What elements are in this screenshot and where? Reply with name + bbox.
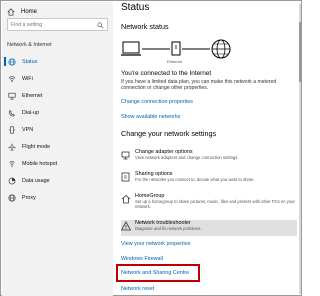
- sidebar-item-wifi[interactable]: WiFi: [2, 72, 113, 85]
- sidebar-item-label: VPN: [22, 126, 34, 133]
- windows-firewall-link[interactable]: Windows Firewall: [121, 256, 163, 262]
- sidebar-item-label: Data usage: [22, 177, 50, 184]
- sidebar-item-mobile-hotspot[interactable]: Mobile hotspot: [2, 157, 113, 170]
- home-icon: [7, 8, 15, 16]
- network-reset-link[interactable]: Network reset: [121, 286, 154, 292]
- sidebar-item-label: Dial-up: [22, 109, 40, 116]
- change-adapter-options[interactable]: Change adapter options View network adap…: [121, 149, 297, 169]
- connected-description: If you have a limited data plan, you can…: [121, 79, 277, 92]
- hotspot-icon: [9, 160, 15, 167]
- sharing-icon: [121, 172, 130, 182]
- ethernet-label: Ethernet: [167, 59, 183, 64]
- option-description: Set up a homegroup to share pictures, mu…: [135, 199, 295, 209]
- vpn-icon: [8, 125, 16, 134]
- sidebar-item-vpn[interactable]: VPN: [2, 123, 113, 136]
- sidebar-item-ethernet[interactable]: Ethernet: [2, 89, 113, 102]
- internet-globe-icon: [211, 39, 231, 59]
- change-settings-heading: Change your network settings: [121, 129, 217, 138]
- sidebar-item-dialup[interactable]: Dial-up: [2, 106, 113, 119]
- sidebar-item-label: WiFi: [22, 75, 33, 82]
- network-diagram: [121, 39, 231, 59]
- search-input[interactable]: Find a setting: [7, 18, 108, 31]
- wifi-icon: [8, 75, 16, 82]
- settings-window: Home Find a setting Network & Internet S…: [0, 0, 302, 296]
- data-usage-icon: [8, 177, 16, 184]
- homegroup-option[interactable]: HomeGroup Set up a homegroup to share pi…: [121, 193, 297, 217]
- view-network-properties-link[interactable]: View your network properties: [121, 241, 190, 247]
- sidebar-item-proxy[interactable]: Proxy: [2, 191, 113, 204]
- sidebar-item-label: Flight mode: [22, 143, 51, 150]
- sidebar-item-data-usage[interactable]: Data usage: [2, 174, 113, 187]
- sidebar-item-label: Status: [22, 58, 38, 65]
- option-description: Diagnose and fix network problems.: [135, 226, 202, 231]
- show-available-networks-link[interactable]: Show available networks: [121, 114, 180, 120]
- sidebar-item-label: Proxy: [22, 194, 36, 201]
- computer-icon: [121, 41, 141, 56]
- search-placeholder: Find a setting: [11, 22, 43, 28]
- option-description: View network adapters and change connect…: [135, 155, 239, 160]
- sidebar-item-status[interactable]: Status: [2, 55, 113, 68]
- option-description: For the networks you connect to, decide …: [135, 177, 255, 182]
- sidebar-section-title: Network & Internet: [7, 42, 52, 48]
- globe-icon: [8, 193, 16, 202]
- scrollbar-thumb[interactable]: [299, 22, 301, 82]
- homegroup-icon: [121, 194, 131, 204]
- sidebar-item-label: Ethernet: [22, 92, 43, 99]
- airplane-icon: [8, 142, 16, 150]
- network-troubleshooter[interactable]: Network troubleshooter Diagnose and fix …: [121, 220, 297, 236]
- sidebar-item-flight-mode[interactable]: Flight mode: [2, 140, 113, 153]
- sidebar: Home Find a setting Network & Internet S…: [2, 2, 113, 296]
- home-nav-item[interactable]: Home: [7, 6, 37, 18]
- change-connection-properties-link[interactable]: Change connection properties: [121, 99, 193, 105]
- main-content: Status Network status Ethernet You're co…: [113, 2, 302, 296]
- sidebar-item-label: Mobile hotspot: [22, 160, 58, 167]
- globe-icon: [8, 57, 16, 66]
- page-title: Status: [121, 2, 150, 13]
- network-status-heading: Network status: [121, 22, 169, 31]
- search-icon[interactable]: [97, 22, 104, 29]
- adapter-icon: [121, 151, 130, 160]
- router-icon: [171, 41, 181, 56]
- connected-heading: You're connected to the Internet: [121, 70, 212, 77]
- dialup-icon: [9, 109, 15, 117]
- highlight-annotation-box: [116, 264, 200, 282]
- warning-icon: [121, 221, 131, 231]
- ethernet-icon: [8, 92, 16, 100]
- sharing-options[interactable]: Sharing options For the networks you con…: [121, 171, 297, 191]
- home-label: Home: [21, 9, 38, 15]
